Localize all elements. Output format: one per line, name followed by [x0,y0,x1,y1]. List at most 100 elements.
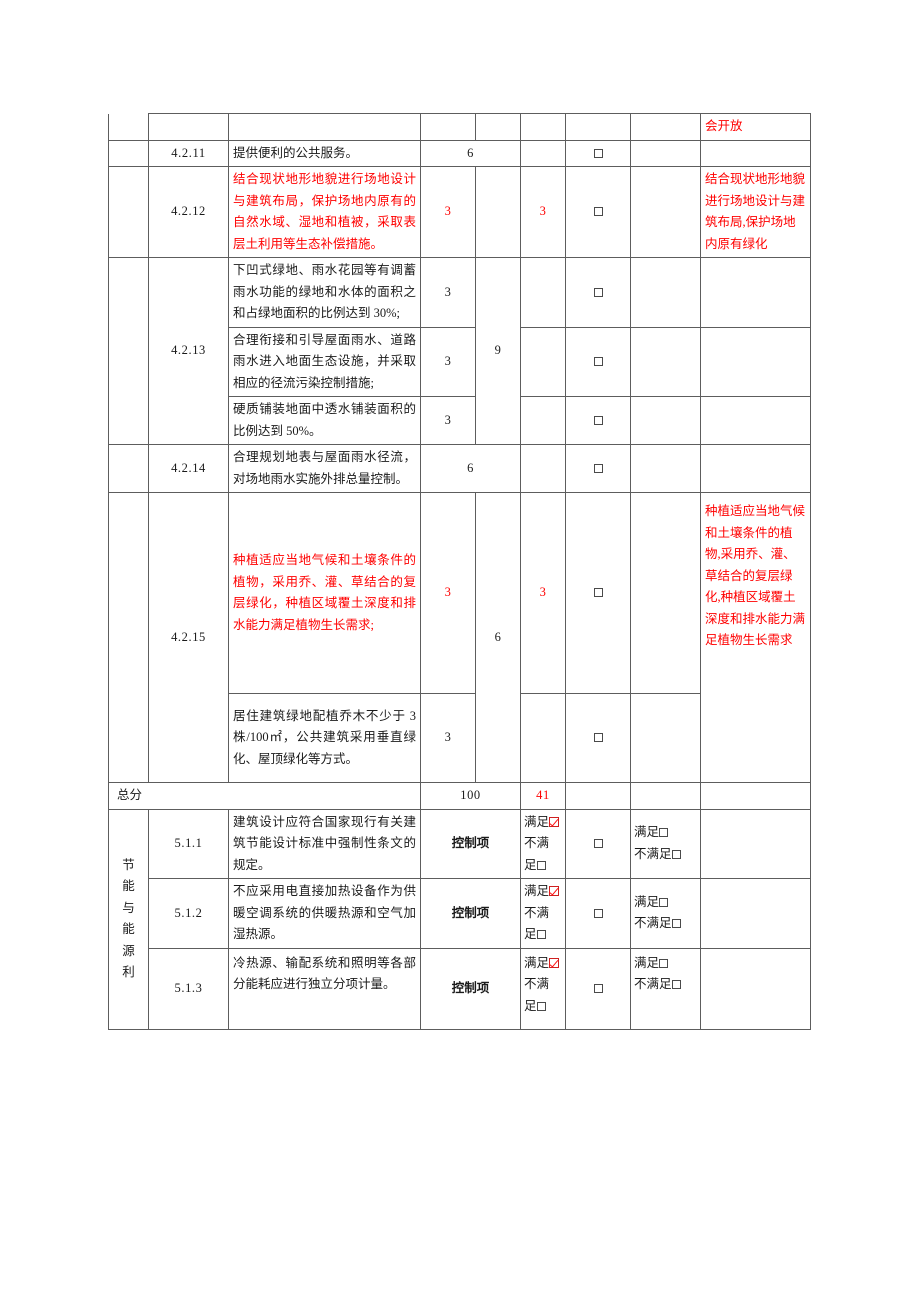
checkbox-checked-icon[interactable] [549,816,560,827]
cell-self-assessment[interactable]: 满足 不满足 [520,947,566,1030]
cell-item-number: 4.2.15 [148,492,229,783]
cell-note [700,782,811,810]
cell-review-check[interactable] [630,396,701,445]
cell-self-check[interactable] [565,444,631,493]
category-char: 利 [122,965,135,979]
cell-description: 结合现状地形地貌进行场地设计与建筑布局，保护场地内原有的自然水域、湿地和植被，采… [228,166,421,258]
cell-self-check[interactable] [565,878,631,949]
not-satisfy-label: 不满足 [634,846,672,861]
cell-self-assessment[interactable]: 满足 不满足 [520,878,566,949]
checkbox-icon[interactable] [593,357,603,366]
cell-review-check[interactable] [630,693,701,783]
cell-control-item: 控制项 [420,947,521,1030]
satisfy-label: 满足 [524,955,550,970]
cell-item-number: 4.2.13 [148,257,229,445]
cell-review-check[interactable] [630,444,701,493]
cell-self-check[interactable] [565,492,631,694]
checkbox-icon[interactable] [593,415,603,425]
cell-score: 6 [420,444,521,493]
cell-review-assessment[interactable]: 满足 不满足 [630,878,701,949]
checkbox-icon[interactable] [593,463,603,473]
checkbox-icon[interactable] [593,287,603,297]
cell-self-score [520,693,566,783]
total-score: 100 [420,782,521,810]
cell-self-check[interactable] [565,396,631,445]
cell-self-score [520,257,566,328]
checkbox-icon[interactable] [593,733,603,743]
cell-review-assessment[interactable]: 满足 不满足 [630,808,701,879]
cell-self-score [520,113,566,141]
cell-review-assessment[interactable]: 满足 不满足 [630,947,701,1030]
checkbox-icon[interactable] [593,983,603,993]
checkbox-icon[interactable] [671,849,681,859]
checkbox-icon[interactable] [593,839,603,848]
checkbox-icon[interactable] [659,897,669,907]
checkbox-icon[interactable] [536,1001,546,1011]
checkbox-icon[interactable] [593,148,603,158]
table-row-partial-top: 会开放 [108,113,811,141]
category-char: 源 [122,943,135,958]
cell-self-check[interactable] [565,139,631,167]
checkbox-icon[interactable] [671,919,681,929]
cell-self-check [565,113,631,141]
total-label: 总分 [108,782,421,810]
cell-self-score [520,139,566,167]
checkbox-checked-icon[interactable] [549,957,560,968]
cell-item-number [148,113,229,141]
table-row: 4.2.14 合理规划地表与屋面雨水径流，对场地雨水实施外排总量控制。 6 [108,444,811,493]
cell-review-check[interactable] [630,326,701,397]
cell-score: 3 [420,396,476,445]
cell-review-check[interactable] [630,166,701,258]
cell-item-number: 5.1.2 [148,878,229,949]
checkbox-icon[interactable] [536,860,546,870]
cell-self-check[interactable] [565,326,631,397]
cell-description: 提供便利的公共服务。 [228,139,421,167]
cell-subtotal: 9 [475,257,521,445]
cell-self-check [565,782,631,810]
cell-score: 3 [420,257,476,328]
cell-self-check[interactable] [565,808,631,879]
cell-subtotal: 6 [475,492,521,783]
checkbox-icon[interactable] [593,207,603,217]
checkbox-icon[interactable] [593,908,603,918]
cell-description: 合理规划地表与屋面雨水径流，对场地雨水实施外排总量控制。 [228,444,421,493]
assessment-table: 会开放 4.2.11 提供便利的公共服务。 6 4.2.12 结合现状地形地貌进… [108,113,811,1030]
cell-self-score [520,326,566,397]
satisfy-label: 满足 [524,884,550,898]
cell-score: 3 [420,166,476,258]
cell-description: 不应采用电直接加热设备作为供暖空调系统的供暖热源和空气加湿热源。 [228,878,421,949]
cell-description: 冷热源、输配系统和照明等各部分能耗应进行独立分项计量。 [228,947,421,1030]
cell-self-score [520,396,566,445]
checkbox-icon[interactable] [659,828,669,838]
cell-score: 3 [420,693,476,783]
cell-note: 会开放 [700,113,811,141]
cell-item-number: 4.2.12 [148,166,229,258]
total-self-score: 41 [520,782,566,810]
cell-review-check [630,782,701,810]
table-row: 4.2.13 下凹式绿地、雨水花园等有调蓄雨水功能的绿地和水体的面积之和占绿地面… [108,257,811,445]
document-page: 会开放 4.2.11 提供便利的公共服务。 6 4.2.12 结合现状地形地貌进… [0,0,920,1302]
cell-self-assessment[interactable]: 满足 不满足 [520,808,566,879]
cell-review-check[interactable] [630,257,701,328]
cell-self-check[interactable] [565,947,631,1030]
checkbox-icon[interactable] [593,588,603,598]
table-row-total: 总分 100 41 [108,782,811,810]
cell-self-check[interactable] [565,257,631,328]
cell-category [108,492,149,783]
checkbox-icon[interactable] [536,930,546,939]
checkbox-icon[interactable] [671,980,681,989]
cell-score: 3 [420,326,476,397]
checkbox-checked-icon[interactable] [549,886,560,896]
cell-description: 硬质铺装地面中透水铺装面积的比例达到 50%。 [228,396,421,445]
cell-note [700,947,811,1030]
cell-review-check[interactable] [630,492,701,694]
table-row: 5.1.2 不应采用电直接加热设备作为供暖空调系统的供暖热源和空气加湿热源。 控… [109,878,811,949]
checkbox-icon[interactable] [659,958,669,968]
cell-self-check[interactable] [565,693,631,783]
table-row: 节 能 与 能 源 利 5.1.1 建筑设计应符合国家现行有关建筑节能设计标准中… [108,808,811,1030]
cell-review-check [630,113,701,141]
cell-review-check[interactable] [630,139,701,167]
cell-self-score: 3 [520,166,566,258]
table-row: 4.2.12 结合现状地形地貌进行场地设计与建筑布局，保护场地内原有的自然水域、… [108,166,811,258]
cell-self-check[interactable] [565,166,631,258]
